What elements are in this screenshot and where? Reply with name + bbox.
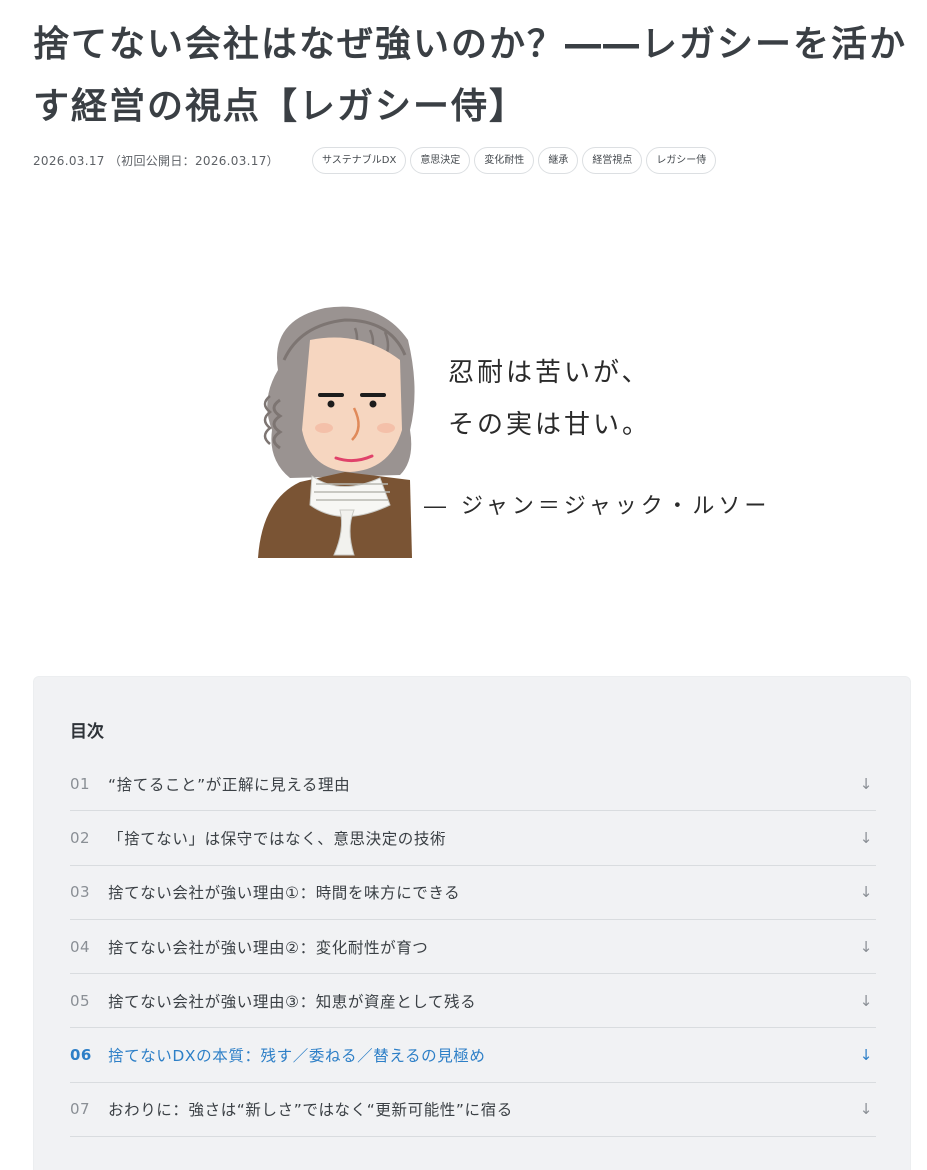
quote-text-line-1: 忍耐は苦いが、 bbox=[448, 358, 651, 388]
toc-item-number: 06 bbox=[70, 1046, 92, 1065]
arrow-down-icon: ↓ bbox=[859, 937, 873, 956]
tag-management-perspective[interactable]: 経営視点 bbox=[582, 146, 643, 174]
toc-item-label: “捨てること”が正解に見える理由 bbox=[108, 775, 351, 794]
arrow-down-icon: ↓ bbox=[859, 1046, 873, 1065]
toc-list: 01 “捨てること”が正解に見える理由 ↓ 02 「捨てない」は保守ではなく、意… bbox=[70, 757, 876, 1138]
toc-item-number: 07 bbox=[70, 1100, 91, 1119]
toc-item[interactable]: 02 「捨てない」は保守ではなく、意思決定の技術 ↓ bbox=[70, 811, 876, 866]
publish-date: 2026.03.17 （初回公開日：2026.03.17） bbox=[33, 152, 279, 169]
tag-decision-making[interactable]: 意思決定 bbox=[410, 146, 471, 174]
toc-item-label: 捨てない会社が強い理由①：時間を味方にできる bbox=[108, 884, 461, 903]
toc-item-label: 「捨てない」は保守ではなく、意思決定の技術 bbox=[108, 829, 447, 848]
toc-item-number: 02 bbox=[70, 828, 91, 847]
toc-item[interactable]: 03 捨てない会社が強い理由①：時間を味方にできる ↓ bbox=[70, 866, 876, 920]
tag-succession[interactable]: 継承 bbox=[538, 146, 579, 174]
toc-item-number: 05 bbox=[70, 991, 91, 1010]
toc-item-label: 捨てないDXの本質：残す／委ねる／替えるの見極め bbox=[108, 1047, 486, 1066]
table-of-contents: 目次 01 “捨てること”が正解に見える理由 ↓ 02 「捨てない」は保守ではな… bbox=[33, 676, 911, 1170]
first-published-date: （初回公開日：2026.03.17） bbox=[108, 153, 279, 168]
tag-list: サステナブルDX 意思決定 変化耐性 継承 経営視点 レガシー侍 bbox=[311, 146, 717, 174]
toc-item-label: 捨てない会社が強い理由②：変化耐性が育つ bbox=[108, 938, 429, 957]
rousseau-portrait-illustration bbox=[258, 306, 415, 558]
toc-heading: 目次 bbox=[70, 722, 104, 742]
article-meta: 2026.03.17 （初回公開日：2026.03.17） サステナブルDX 意… bbox=[33, 145, 717, 175]
toc-item[interactable]: 05 捨てない会社が強い理由③：知恵が資産として残る ↓ bbox=[70, 974, 876, 1029]
arrow-down-icon: ↓ bbox=[859, 1100, 873, 1119]
article-title: 捨てない会社はなぜ強いのか？――レガシーを活かす経営の視点【レガシー侍】 bbox=[33, 24, 908, 127]
tag-sustainable-dx[interactable]: サステナブルDX bbox=[311, 146, 407, 174]
toc-item-label: おわりに：強さは“新しさ”ではなく“更新可能性”に宿る bbox=[108, 1101, 513, 1120]
quote-attribution: ― ジャン＝ジャック・ルソー bbox=[424, 494, 771, 519]
arrow-down-icon: ↓ bbox=[859, 774, 873, 793]
arrow-down-icon: ↓ bbox=[859, 828, 873, 847]
toc-item[interactable]: 01 “捨てること”が正解に見える理由 ↓ bbox=[70, 757, 876, 812]
quote-illustration: 忍耐は苦いが、 その実は甘い。 ― ジャン＝ジャック・ルソー bbox=[250, 300, 770, 560]
tag-legacy-samurai[interactable]: レガシー侍 bbox=[646, 146, 717, 174]
toc-item-label: 捨てない会社が強い理由③：知恵が資産として残る bbox=[108, 992, 477, 1011]
arrow-down-icon: ↓ bbox=[859, 991, 873, 1010]
toc-item-number: 01 bbox=[70, 774, 91, 793]
arrow-down-icon: ↓ bbox=[859, 883, 873, 902]
toc-item[interactable]: 07 おわりに：強さは“新しさ”ではなく“更新可能性”に宿る ↓ bbox=[70, 1083, 876, 1138]
updated-date: 2026.03.17 bbox=[33, 153, 105, 168]
quote-text-line-2: その実は甘い。 bbox=[448, 410, 652, 440]
tag-change-resilience[interactable]: 変化耐性 bbox=[474, 146, 535, 174]
toc-item[interactable]: 04 捨てない会社が強い理由②：変化耐性が育つ ↓ bbox=[70, 920, 876, 975]
toc-item-number: 04 bbox=[70, 937, 91, 956]
toc-item-active[interactable]: 06 捨てないDXの本質：残す／委ねる／替えるの見極め ↓ bbox=[70, 1028, 876, 1083]
toc-item-number: 03 bbox=[70, 883, 91, 902]
